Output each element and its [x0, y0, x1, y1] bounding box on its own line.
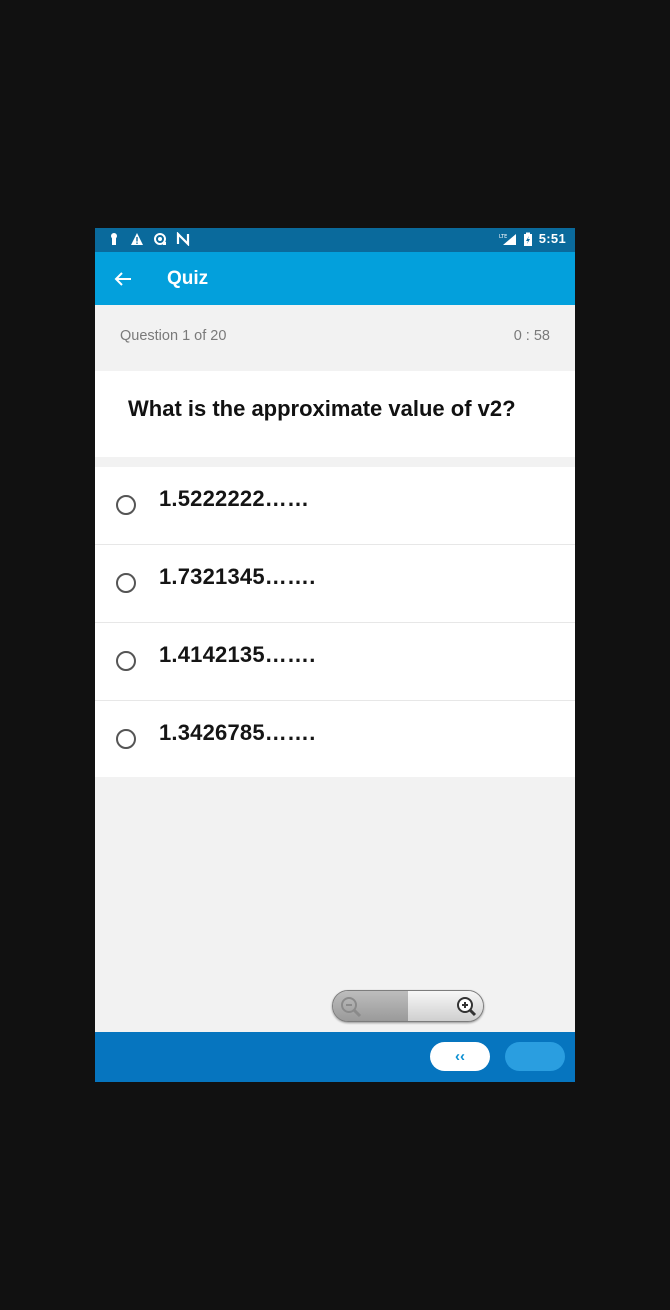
answer-option-label: 1.7321345…….: [159, 564, 316, 589]
page-title: Quiz: [167, 268, 209, 289]
keyhole-icon: [111, 233, 117, 245]
n-icon: [176, 232, 190, 246]
answer-option[interactable]: 1.3426785…….: [95, 701, 575, 777]
zoom-in-icon: [457, 997, 477, 1017]
answer-options: 1.5222222…… 1.7321345……. 1.4142135……. 1.…: [95, 467, 575, 777]
answer-option-label: 1.5222222……: [159, 486, 310, 511]
countdown-timer: 0 : 58: [513, 328, 550, 344]
zoom-in-button[interactable]: [408, 991, 483, 1021]
status-left-icons: [107, 232, 190, 246]
previous-question-button[interactable]: ‹‹: [430, 1042, 490, 1071]
radio-button[interactable]: [116, 495, 136, 515]
svg-text:LTE: LTE: [499, 234, 507, 240]
status-bar: LTE 5:51: [95, 228, 575, 252]
lte-signal-icon: LTE: [499, 233, 516, 245]
answer-option[interactable]: 1.7321345…….: [95, 545, 575, 623]
clock: 5:51: [538, 231, 566, 246]
sync-icon: [154, 233, 166, 245]
answer-option-label: 1.4142135…….: [159, 642, 316, 667]
question-text: What is the approximate value of v2?: [128, 396, 516, 421]
zoom-out-icon: [341, 997, 362, 1018]
status-right-icons: LTE 5:51: [499, 231, 566, 246]
answer-option[interactable]: 1.5222222……: [95, 467, 575, 545]
zoom-out-button[interactable]: [333, 991, 409, 1021]
question-count: Question 1 of 20: [120, 328, 227, 344]
radio-button[interactable]: [116, 651, 136, 671]
answer-option-label: 1.3426785…….: [159, 720, 316, 745]
radio-button[interactable]: [116, 729, 136, 749]
app-bar: Quiz: [95, 252, 575, 305]
radio-button[interactable]: [116, 573, 136, 593]
battery-charging-icon: [523, 232, 532, 246]
bottom-nav-bar: ‹‹: [95, 1032, 575, 1082]
zoom-control: [332, 990, 484, 1022]
back-arrow-icon[interactable]: [111, 267, 135, 291]
answer-option[interactable]: 1.4142135…….: [95, 623, 575, 701]
device-screen: LTE 5:51 Quiz Question 1 of 20 0 : 58 Wh…: [95, 228, 575, 1082]
question-card: What is the approximate value of v2?: [95, 371, 575, 457]
warning-icon: [131, 233, 143, 245]
question-header: Question 1 of 20 0 : 58: [95, 305, 575, 371]
next-question-button[interactable]: [505, 1042, 565, 1071]
